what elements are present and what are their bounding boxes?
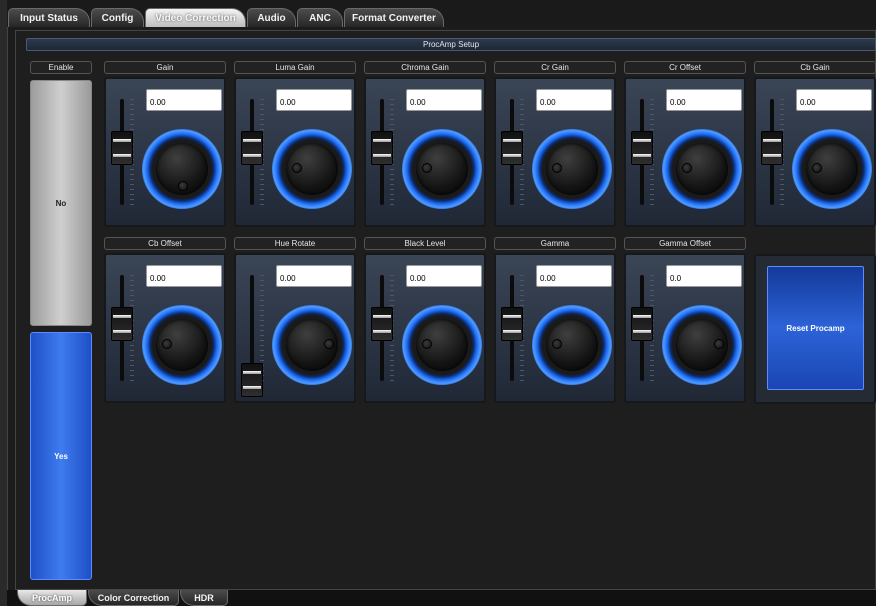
cr-offset-control-panel	[624, 77, 746, 227]
chroma-gain-slider-handle[interactable]	[371, 131, 393, 165]
section-title: ProcAmp Setup	[26, 38, 876, 51]
cb-gain-control-panel	[754, 77, 876, 227]
tab-procamp[interactable]: ProcAmp	[17, 590, 87, 606]
luma-gain-label: Luma Gain	[234, 61, 356, 74]
black-level-value-field[interactable]	[406, 265, 482, 287]
black-level-knob[interactable]	[402, 305, 482, 385]
gamma-offset-label: Gamma Offset	[624, 237, 746, 250]
gain-slider-handle[interactable]	[111, 131, 133, 165]
cr-offset-knob[interactable]	[662, 129, 742, 209]
left-edge-strip	[0, 0, 8, 606]
hue-rotate-value-field[interactable]	[276, 265, 352, 287]
tab-config[interactable]: Config	[91, 8, 144, 27]
cr-offset-slider-handle[interactable]	[631, 131, 653, 165]
chroma-gain-knob[interactable]	[402, 129, 482, 209]
gamma-knob[interactable]	[532, 305, 612, 385]
cr-offset-value-field[interactable]	[666, 89, 742, 111]
gamma-control-panel	[494, 253, 616, 403]
gamma-offset-control-panel	[624, 253, 746, 403]
knob-indicator-dot	[162, 339, 172, 349]
cr-offset-label: Cr Offset	[624, 61, 746, 74]
tab-hdr[interactable]: HDR	[180, 590, 228, 606]
luma-gain-value-field[interactable]	[276, 89, 352, 111]
knob-indicator-dot	[714, 339, 724, 349]
knob-indicator-dot	[682, 163, 692, 173]
cr-gain-value-field[interactable]	[536, 89, 612, 111]
knob-indicator-dot	[812, 163, 822, 173]
knob-indicator-dot	[552, 163, 562, 173]
chroma-gain-control-panel	[364, 77, 486, 227]
black-level-slider-handle[interactable]	[371, 307, 393, 341]
knob-indicator-dot	[178, 181, 188, 191]
tab-audio[interactable]: Audio	[247, 8, 296, 27]
knob-indicator-dot	[292, 163, 302, 173]
cb-offset-slider-handle[interactable]	[111, 307, 133, 341]
cb-gain-label: Cb Gain	[754, 61, 876, 74]
black-level-control-panel	[364, 253, 486, 403]
gain-value-field[interactable]	[146, 89, 222, 111]
black-level-label: Black Level	[364, 237, 486, 250]
gamma-value-field[interactable]	[536, 265, 612, 287]
gain-knob[interactable]	[142, 129, 222, 209]
gamma-offset-value-field[interactable]	[666, 265, 742, 287]
gain-label: Gain	[104, 61, 226, 74]
cr-gain-slider-handle[interactable]	[501, 131, 523, 165]
knob-indicator-dot	[324, 339, 334, 349]
luma-gain-slider-handle[interactable]	[241, 131, 263, 165]
tab-input-status[interactable]: Input Status	[8, 8, 90, 27]
hue-rotate-control-panel	[234, 253, 356, 403]
chroma-gain-label: Chroma Gain	[364, 61, 486, 74]
knob-indicator-dot	[552, 339, 562, 349]
cb-offset-value-field[interactable]	[146, 265, 222, 287]
chroma-gain-value-field[interactable]	[406, 89, 482, 111]
luma-gain-control-panel	[234, 77, 356, 227]
hue-rotate-knob[interactable]	[272, 305, 352, 385]
hue-rotate-label: Hue Rotate	[234, 237, 356, 250]
enable-label: Enable	[30, 61, 92, 74]
top-tab-bar: Input Status Config Video Correction Aud…	[7, 0, 876, 27]
gamma-offset-slider-handle[interactable]	[631, 307, 653, 341]
reset-procamp-button[interactable]: Reset Procamp	[767, 266, 864, 390]
gamma-slider-handle[interactable]	[501, 307, 523, 341]
cr-gain-control-panel	[494, 77, 616, 227]
gain-control-panel	[104, 77, 226, 227]
enable-yes-button[interactable]: Yes	[30, 332, 92, 580]
cr-gain-label: Cr Gain	[494, 61, 616, 74]
tab-color-correction[interactable]: Color Correction	[88, 590, 179, 606]
cb-gain-slider-handle[interactable]	[761, 131, 783, 165]
knob-indicator-dot	[422, 339, 432, 349]
cb-gain-value-field[interactable]	[796, 89, 872, 111]
gamma-label: Gamma	[494, 237, 616, 250]
cr-gain-knob[interactable]	[532, 129, 612, 209]
gamma-offset-knob[interactable]	[662, 305, 742, 385]
luma-gain-knob[interactable]	[272, 129, 352, 209]
cb-offset-knob[interactable]	[142, 305, 222, 385]
tab-video-correction[interactable]: Video Correction	[145, 8, 246, 27]
hue-rotate-slider-handle[interactable]	[241, 363, 263, 397]
cb-gain-knob[interactable]	[792, 129, 872, 209]
cb-offset-label: Cb Offset	[104, 237, 226, 250]
enable-no-button[interactable]: No	[30, 80, 92, 326]
cb-offset-control-panel	[104, 253, 226, 403]
tab-format-converter[interactable]: Format Converter	[344, 8, 444, 27]
knob-indicator-dot	[422, 163, 432, 173]
tab-anc[interactable]: ANC	[297, 8, 343, 27]
